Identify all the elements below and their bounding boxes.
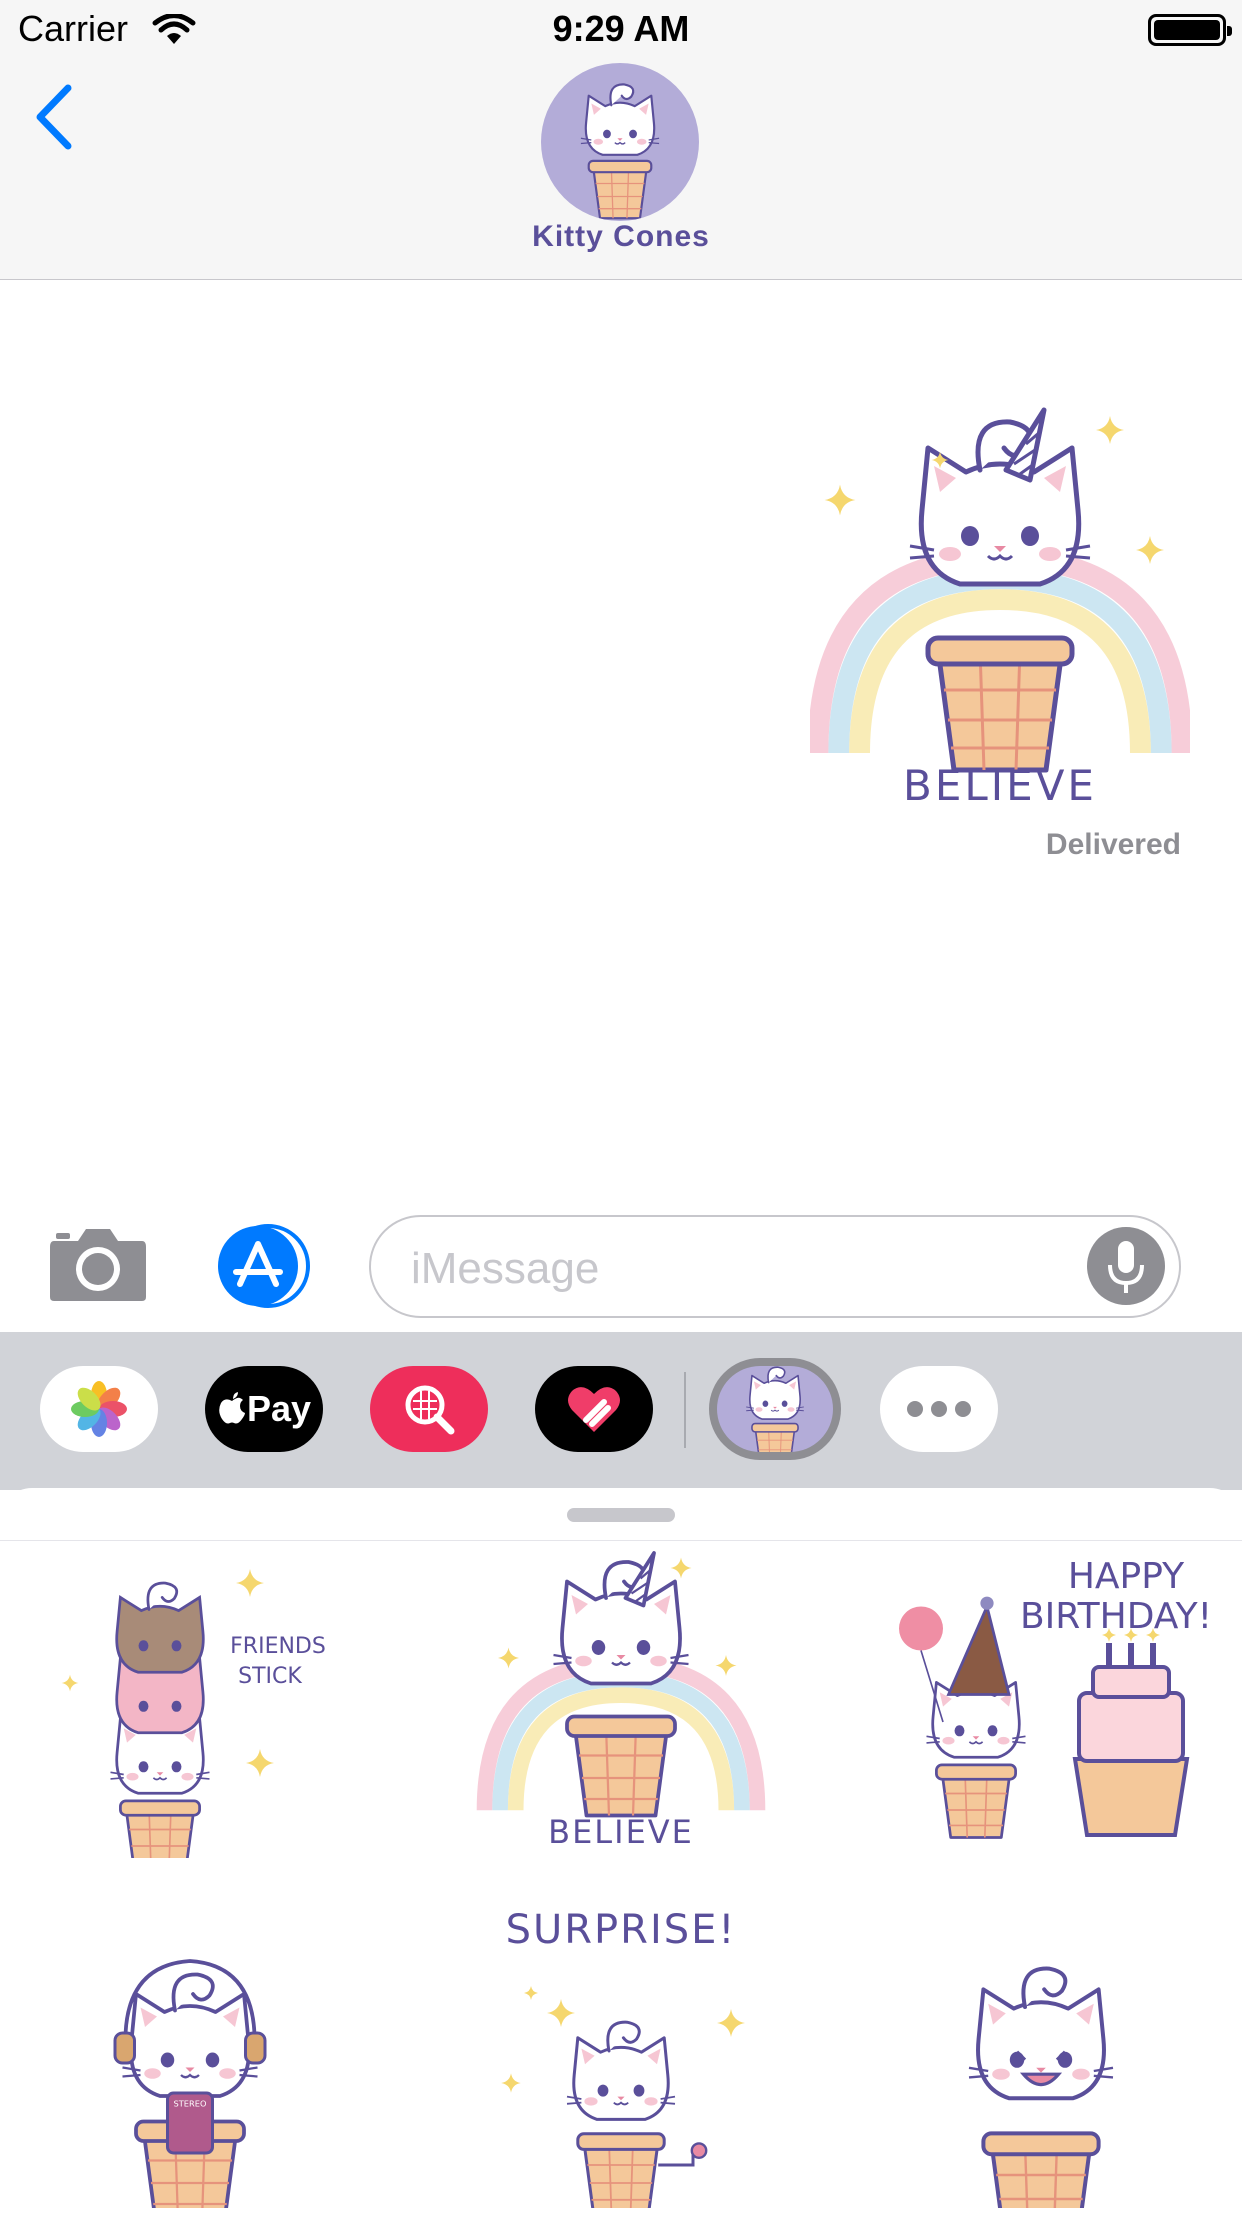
sticker-caption: FRIENDS: [230, 1634, 326, 1659]
digital-touch-icon: [568, 1387, 620, 1432]
app-store-button[interactable]: [210, 1224, 318, 1308]
contact-name[interactable]: Kitty Cones: [0, 220, 1242, 254]
apple-logo-icon: [219, 1392, 245, 1424]
photos-icon: [71, 1381, 127, 1437]
back-button[interactable]: [30, 82, 80, 157]
sticker-happy-birthday[interactable]: HAPPY BIRTHDAY!: [881, 1548, 1212, 1858]
sticker-caption: HAPPY: [1068, 1556, 1185, 1597]
sticker-friends-stick[interactable]: FRIENDS STICK: [40, 1548, 360, 1875]
image-search-icon: [405, 1385, 455, 1435]
apple-pay-app-button[interactable]: Pay: [205, 1366, 323, 1452]
apple-pay-label: Pay: [246, 1388, 312, 1429]
digital-touch-app-button[interactable]: [535, 1366, 653, 1452]
panel-grabber[interactable]: [567, 1508, 675, 1522]
photos-app-button[interactable]: [40, 1366, 158, 1452]
contact-avatar[interactable]: [541, 63, 699, 221]
sent-sticker[interactable]: BELIEVE: [810, 400, 1190, 820]
sticker-believe[interactable]: BELIEVE: [461, 1548, 781, 1858]
panel-divider: [0, 1540, 1242, 1541]
camera-icon: [50, 1229, 146, 1301]
image-search-app-button[interactable]: [370, 1366, 488, 1452]
microphone-icon: [1108, 1241, 1144, 1293]
microphone-button[interactable]: [1087, 1227, 1165, 1305]
tape-label: STEREO: [174, 2099, 207, 2109]
chevron-left-icon: [36, 84, 72, 150]
kitty-cones-icon: [745, 1366, 805, 1452]
sticker-caption: BELIEVE: [548, 1813, 694, 1851]
more-icon: [907, 1401, 971, 1417]
sticker-caption: STICK: [238, 1664, 302, 1689]
sticker-laughing[interactable]: [881, 1898, 1201, 2208]
camera-button[interactable]: [48, 1225, 148, 1303]
more-apps-button[interactable]: [880, 1366, 998, 1452]
kitty-cones-icon: [579, 83, 661, 220]
drawer-divider: [684, 1372, 686, 1448]
kitty-cones-app-button[interactable]: [709, 1358, 841, 1460]
sticker-surprise[interactable]: SURPRISE!: [461, 1898, 781, 2213]
battery-icon: [1148, 14, 1232, 46]
status-bar: Carrier 9:29 AM: [0, 0, 1242, 60]
message-input[interactable]: iMessage: [369, 1215, 1181, 1318]
delivery-status: Delivered: [1045, 828, 1181, 861]
sticker-caption: BIRTHDAY!: [1020, 1596, 1211, 1637]
sticker-caption: SURPRISE!: [506, 1907, 737, 1953]
clock: 9:29 AM: [552, 8, 690, 49]
sticker-music[interactable]: STEREO: [40, 1898, 360, 2213]
app-store-icon: [218, 1224, 310, 1308]
sticker-caption: BELIEVE: [903, 761, 1097, 810]
message-placeholder: iMessage: [411, 1244, 600, 1293]
